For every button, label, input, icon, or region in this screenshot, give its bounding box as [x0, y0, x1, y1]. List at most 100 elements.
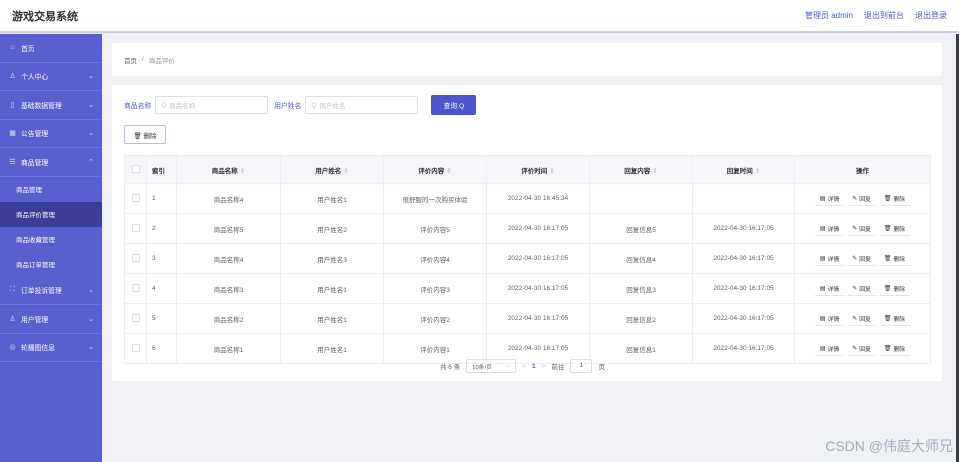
- row-select-cell: [124, 243, 147, 274]
- reply-button[interactable]: ✎ 回复: [847, 222, 876, 236]
- table-cell: 2022-04-30 16:17:05: [692, 303, 795, 334]
- select-all-checkbox[interactable]: [131, 164, 140, 173]
- column-header-label: 回复时间: [726, 167, 753, 175]
- detail-button[interactable]: ▤ 详情: [814, 342, 845, 356]
- sidebar-item-label: 轮播图信息: [21, 345, 55, 353]
- trash-icon: 🗑: [883, 315, 892, 322]
- detail-button[interactable]: ▤ 详情: [814, 192, 845, 206]
- delete-button[interactable]: 🗑 删除: [878, 282, 911, 296]
- delete-button[interactable]: 🗑 删除: [878, 312, 911, 326]
- sort-icon[interactable]: ⇕: [549, 168, 554, 175]
- watermark: CSDN @伟庭大师兄: [825, 438, 953, 454]
- sidebar-subitem[interactable]: 商品管理: [0, 176, 102, 202]
- trash-icon: 🗑: [883, 195, 892, 202]
- back-to-front-link[interactable]: 退出到前台: [864, 10, 904, 21]
- chevron-down-icon: ⌄: [88, 344, 94, 352]
- page-size-select[interactable]: 10条/页 ⌄: [466, 359, 517, 373]
- chevron-down-icon: ⌄: [88, 73, 94, 81]
- breadcrumb: 首页 / 商品评价: [112, 43, 942, 76]
- sidebar-subitem[interactable]: 商品评价管理: [0, 201, 102, 227]
- trash-icon: 🗑: [883, 345, 892, 352]
- grid-icon: ▦: [9, 130, 16, 138]
- table-cell: 用户姓名1: [280, 333, 384, 364]
- row-checkbox[interactable]: [131, 223, 140, 232]
- trash-icon: 🗑: [883, 285, 892, 292]
- reply-button[interactable]: ✎ 回复: [847, 192, 876, 206]
- sidebar-item[interactable]: ◎ 轮播图信息 ⌄: [0, 334, 102, 362]
- delete-button[interactable]: 🗑 删除: [878, 342, 911, 356]
- action-label: 删除: [893, 256, 906, 263]
- column-header[interactable]: 用户姓名 ⇕: [280, 155, 384, 184]
- column-header[interactable]: 评价时间 ⇕: [486, 155, 590, 184]
- sort-icon[interactable]: ⇕: [755, 168, 760, 175]
- table-cell: 很舒服的一次购买体验: [383, 183, 487, 214]
- table-cell: 2022-04-30 16:17:05: [692, 273, 795, 304]
- sort-icon[interactable]: ⇕: [446, 168, 451, 175]
- row-checkbox[interactable]: [131, 253, 140, 262]
- select-all-cell: [124, 155, 147, 184]
- reply-button[interactable]: ✎ 回复: [847, 342, 876, 356]
- product-name-input[interactable]: Q 商品名称: [155, 96, 269, 114]
- detail-button[interactable]: ▤ 详情: [814, 222, 845, 236]
- reply-button[interactable]: ✎ 回复: [847, 282, 876, 296]
- delete-button[interactable]: 🗑 删除: [878, 252, 911, 266]
- chevron-up-icon: ⌃: [88, 158, 94, 166]
- delete-button[interactable]: 🗑 删除: [878, 222, 911, 236]
- user-name-input[interactable]: Q 用户姓名: [305, 96, 419, 114]
- sort-icon[interactable]: ⇕: [240, 168, 245, 175]
- sidebar-item[interactable]: ♙ 用户管理 ⌄: [0, 305, 102, 334]
- table-cell: 评价内容4: [383, 243, 487, 274]
- column-header[interactable]: 评价内容 ⇕: [383, 155, 487, 184]
- sidebar-item[interactable]: ♙ 个人中心 ⌄: [0, 63, 102, 91]
- admin-label[interactable]: 管理员 admin: [805, 10, 853, 21]
- action-label: 详情: [827, 346, 840, 353]
- breadcrumb-home[interactable]: 首页: [124, 55, 137, 65]
- page-number-current[interactable]: 1: [532, 363, 536, 370]
- sort-icon[interactable]: ⇕: [343, 168, 348, 175]
- detail-button[interactable]: ▤ 详情: [814, 312, 845, 326]
- sidebar-subitem[interactable]: 商品收藏管理: [0, 226, 102, 252]
- table-cell: 5: [146, 303, 177, 334]
- reply-button[interactable]: ✎ 回复: [847, 312, 876, 326]
- query-button[interactable]: 查询 Q: [431, 95, 477, 115]
- actions-cell: ▤ 详情 ✎ 回复 🗑 删除: [794, 273, 931, 304]
- breadcrumb-separator: /: [142, 56, 144, 63]
- row-checkbox[interactable]: [131, 193, 140, 202]
- sidebar-item[interactable]: ▦ 公告管理 ⌄: [0, 120, 102, 148]
- column-header-label: 操作: [856, 167, 869, 175]
- goto-label: 前往: [551, 364, 565, 371]
- table-cell: 评价内容3: [383, 273, 487, 304]
- table-cell: 用户姓名3: [280, 243, 384, 274]
- sidebar-item[interactable]: ☰ 商品管理 ⌃: [0, 148, 102, 177]
- sidebar-item[interactable]: ▯ 基础数据管理 ⌄: [0, 91, 102, 120]
- sidebar-item[interactable]: ⛶ 订单投诉管理 ⌄: [0, 277, 102, 305]
- table-row: 4 商品名称3 用户姓名1 评价内容3 2022-04-30 16:17:05 回复信息3…: [124, 273, 931, 304]
- column-header[interactable]: 回复内容 ⇕: [589, 155, 693, 184]
- goto-page-input[interactable]: 1: [570, 359, 593, 373]
- row-checkbox[interactable]: [131, 283, 140, 292]
- prev-page-button[interactable]: <: [522, 363, 526, 370]
- detail-icon: ▤: [819, 255, 826, 262]
- delete-button[interactable]: 🗑 删除: [878, 192, 911, 206]
- home-icon: ⌂: [10, 44, 15, 52]
- column-header[interactable]: 商品名称 ⇕: [176, 155, 281, 184]
- table-cell: 4: [146, 273, 177, 304]
- row-select-cell: [124, 303, 147, 334]
- next-page-button[interactable]: >: [542, 363, 546, 370]
- sidebar-item-label: 基础数据管理: [21, 102, 62, 110]
- list-panel: 商品名称 Q 商品名称 用户姓名 Q 用户姓名 查询 Q 🗑 删除 索引 商品名称…: [112, 85, 942, 381]
- table-cell: 商品名称3: [176, 273, 281, 304]
- table-row: 5 商品名称2 用户姓名1 评价内容2 2022-04-30 16:17:05 回复信息2…: [124, 303, 931, 334]
- action-label: 详情: [827, 286, 840, 293]
- column-header[interactable]: 回复时间 ⇕: [692, 155, 795, 184]
- row-checkbox[interactable]: [131, 313, 140, 322]
- sidebar-item[interactable]: ⌂ 首页: [0, 34, 102, 63]
- sort-icon[interactable]: ⇕: [652, 168, 657, 175]
- detail-button[interactable]: ▤ 详情: [814, 282, 845, 296]
- sidebar-subitem[interactable]: 商品订单管理: [0, 251, 102, 277]
- reply-button[interactable]: ✎ 回复: [847, 252, 876, 266]
- detail-button[interactable]: ▤ 详情: [814, 252, 845, 266]
- row-checkbox[interactable]: [131, 343, 140, 352]
- logout-link[interactable]: 退出登录: [915, 10, 947, 21]
- batch-delete-button[interactable]: 🗑 删除: [124, 125, 166, 144]
